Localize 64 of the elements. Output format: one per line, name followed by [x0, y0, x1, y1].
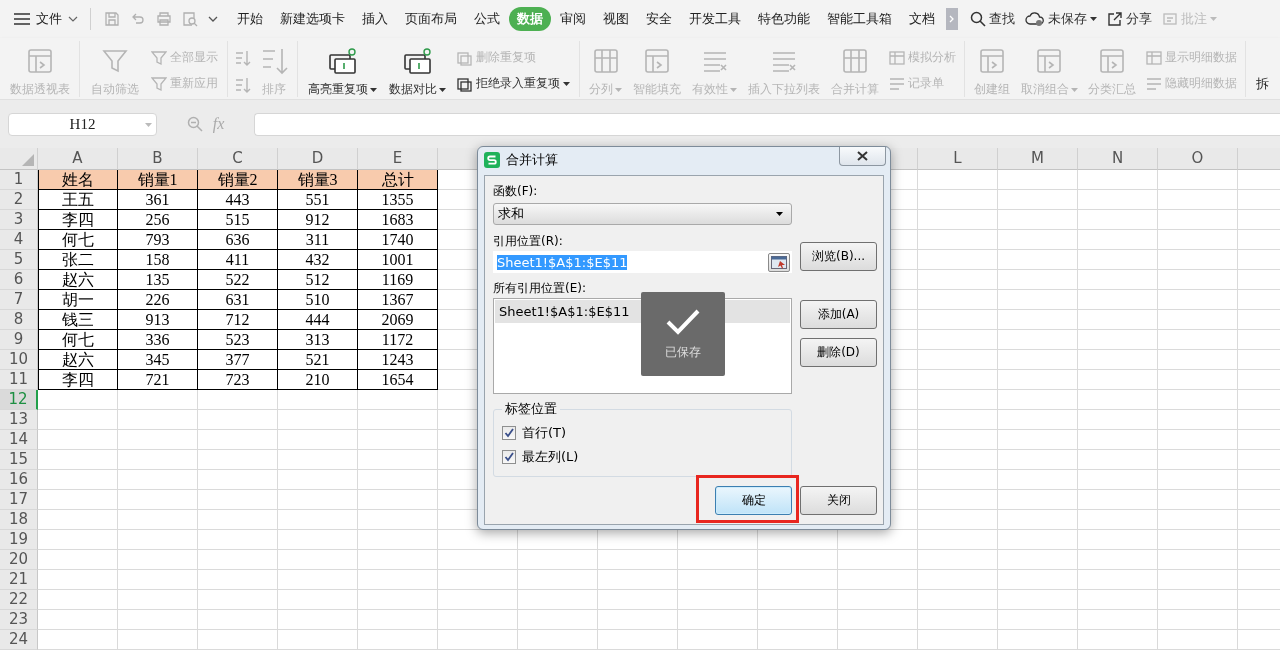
- table-cell: 443: [198, 190, 278, 210]
- header-cell: 姓名: [38, 170, 118, 190]
- table-cell: 913: [118, 310, 198, 330]
- table-cell: 512: [278, 270, 358, 290]
- dialog-title: 合并计算: [506, 151, 558, 169]
- header-cell: 销量1: [118, 170, 198, 190]
- table-cell: 1654: [358, 370, 438, 390]
- table-cell: 1367: [358, 290, 438, 310]
- table-cell: 1169: [358, 270, 438, 290]
- field-label: 函数(F):: [493, 183, 539, 199]
- table-cell: 226: [118, 290, 198, 310]
- table-cell: 793: [118, 230, 198, 250]
- table-cell: 135: [118, 270, 198, 290]
- header-cell: 总计: [358, 170, 438, 190]
- table-cell: 336: [118, 330, 198, 350]
- table-cell: 712: [198, 310, 278, 330]
- group-label: 标签位置: [504, 401, 558, 417]
- table-cell: 444: [278, 310, 358, 330]
- toast-text: 已保存: [665, 343, 701, 361]
- table-cell: 1683: [358, 210, 438, 230]
- table-cell: 1001: [358, 250, 438, 270]
- table-cell: 551: [278, 190, 358, 210]
- header-cell: 销量3: [278, 170, 358, 190]
- table-cell: 何七: [38, 330, 118, 350]
- table-cell: 王五: [38, 190, 118, 210]
- table-cell: 912: [278, 210, 358, 230]
- checkbox-label: 最左列(L): [522, 448, 579, 466]
- table-cell: 377: [198, 350, 278, 370]
- table-cell: 赵六: [38, 350, 118, 370]
- table-cell: 256: [118, 210, 198, 230]
- table-cell: 411: [198, 250, 278, 270]
- table-cell: 721: [118, 370, 198, 390]
- checkbox-label: 首行(T): [522, 424, 567, 442]
- table-cell: 钱三: [38, 310, 118, 330]
- table-cell: 李四: [38, 370, 118, 390]
- table-cell: 何七: [38, 230, 118, 250]
- table-cell: 432: [278, 250, 358, 270]
- table-cell: 521: [278, 350, 358, 370]
- table-cell: 210: [278, 370, 358, 390]
- table-cell: 1243: [358, 350, 438, 370]
- table-cell: 胡一: [38, 290, 118, 310]
- table-cell: 2069: [358, 310, 438, 330]
- table-cell: 313: [278, 330, 358, 350]
- table-cell: 1355: [358, 190, 438, 210]
- table-cell: 510: [278, 290, 358, 310]
- table-cell: 李四: [38, 210, 118, 230]
- header-cell: 销量2: [198, 170, 278, 190]
- field-label: 所有引用位置(E):: [493, 280, 587, 296]
- table-cell: 1740: [358, 230, 438, 250]
- table-cell: 636: [198, 230, 278, 250]
- table-cell: 311: [278, 230, 358, 250]
- table-cell: 723: [198, 370, 278, 390]
- table-cell: 361: [118, 190, 198, 210]
- field-label: 引用位置(R):: [493, 233, 564, 249]
- table-cell: 赵六: [38, 270, 118, 290]
- table-cell: 631: [198, 290, 278, 310]
- table-cell: 张二: [38, 250, 118, 270]
- table-cell: 523: [198, 330, 278, 350]
- table-cell: 515: [198, 210, 278, 230]
- table-cell: 522: [198, 270, 278, 290]
- selected-text: Sheet1!$A$1:$E$11: [497, 254, 628, 270]
- table-cell: 1172: [358, 330, 438, 350]
- table-cell: 345: [118, 350, 198, 370]
- table-cell: 158: [118, 250, 198, 270]
